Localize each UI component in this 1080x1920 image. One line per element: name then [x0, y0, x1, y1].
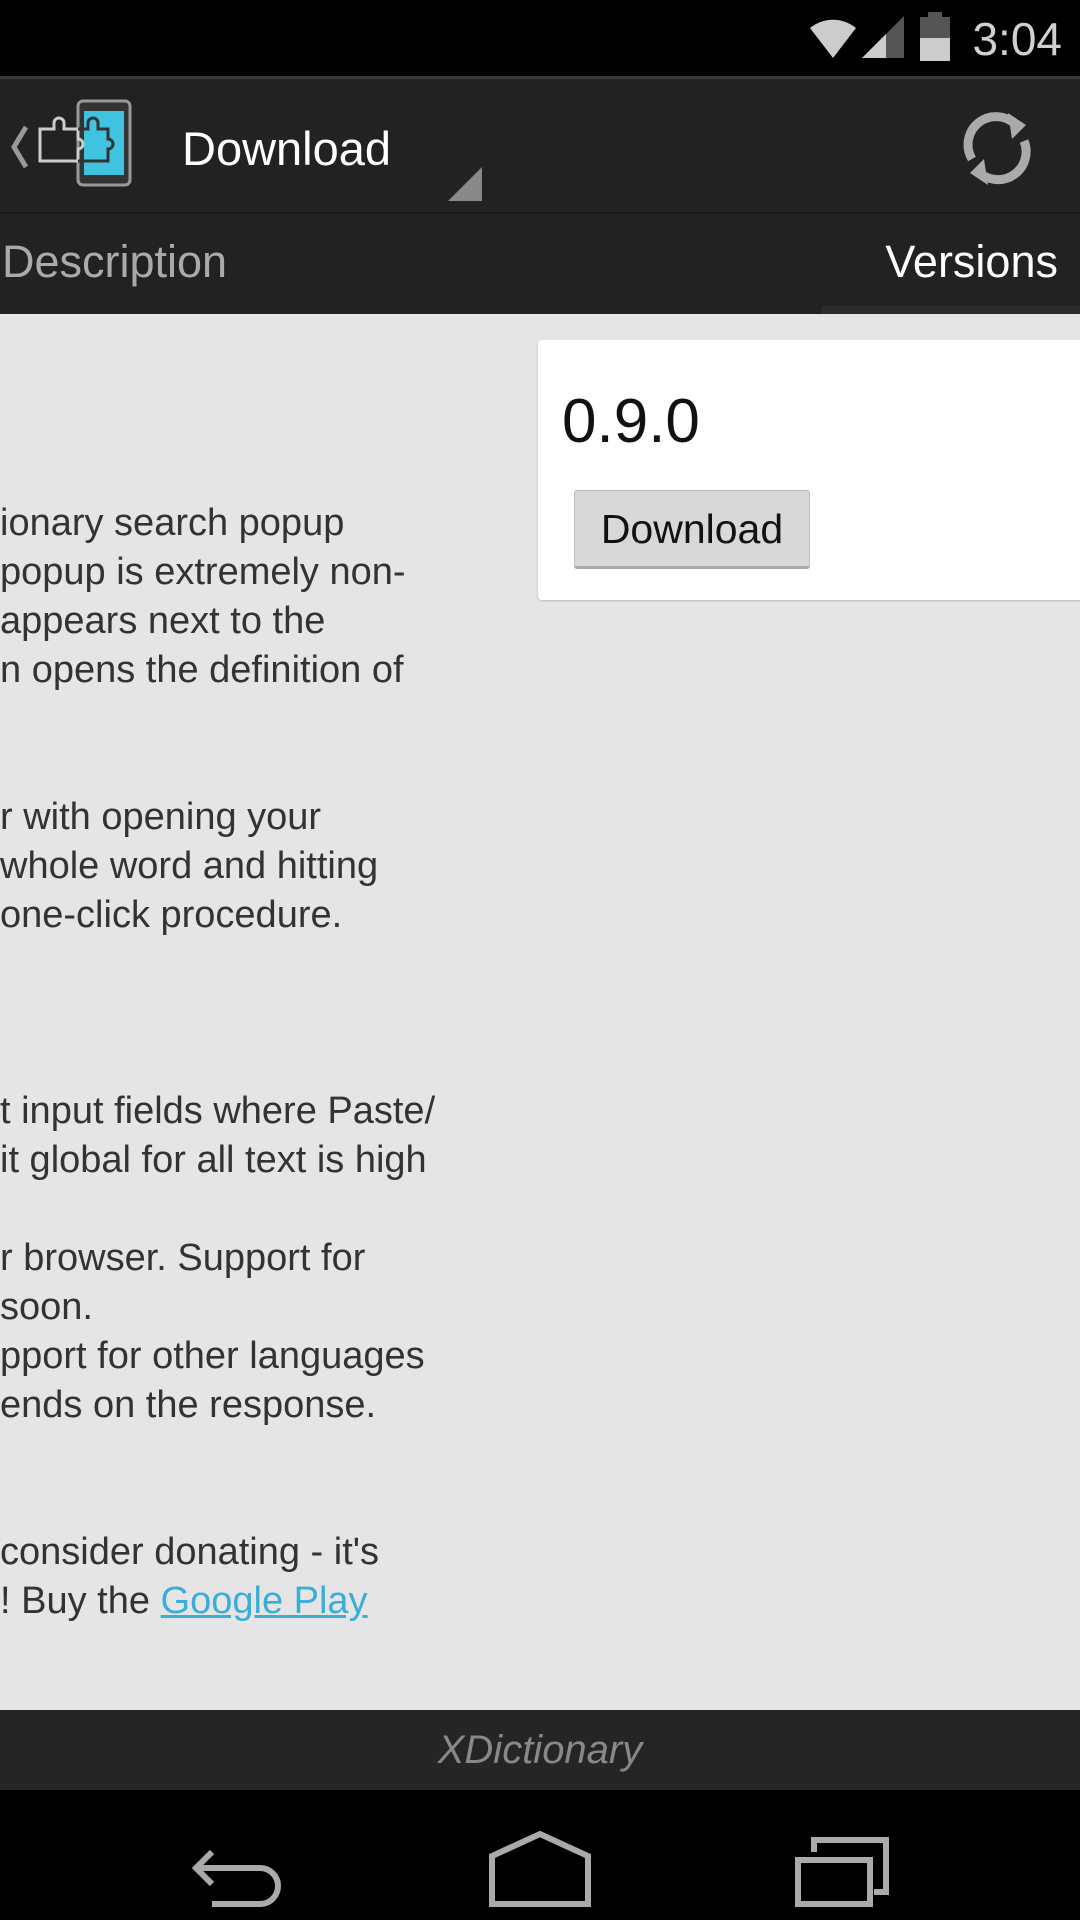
status-time: 3:04 — [972, 13, 1062, 65]
spinner-triangle-icon — [448, 167, 482, 201]
version-card: 0.9.0 Download — [538, 340, 1080, 600]
tab-description[interactable]: Description — [2, 236, 227, 288]
text-fragment: ! Buy the — [0, 1580, 161, 1622]
page-title: Download — [182, 122, 392, 175]
refresh-icon[interactable] — [958, 111, 1038, 187]
download-button[interactable]: Download — [574, 490, 810, 569]
recents-icon[interactable] — [794, 1836, 890, 1908]
footer-app-name: XDictionary — [437, 1728, 643, 1772]
back-icon[interactable] — [190, 1848, 290, 1908]
text-line: appears next to the — [0, 600, 326, 642]
home-icon[interactable] — [488, 1830, 592, 1908]
home-up-button[interactable] — [0, 99, 140, 195]
text-line: soon. — [0, 1286, 93, 1328]
navigation-spinner[interactable]: Download — [170, 99, 490, 201]
xposed-app-icon — [38, 99, 132, 187]
signal-icon — [862, 16, 904, 58]
back-caret-icon — [11, 125, 29, 169]
status-bar: 3:04 — [0, 0, 1080, 76]
text-line: popup is extremely non- — [0, 551, 406, 593]
tab-versions[interactable]: Versions — [885, 236, 1058, 288]
text-line: ! Buy the Google Play — [0, 1577, 368, 1626]
text-line: t input fields where Paste/ — [0, 1090, 436, 1132]
text-line: r browser. Support for — [0, 1237, 366, 1279]
battery-icon — [920, 12, 950, 61]
google-play-link[interactable]: Google Play — [161, 1580, 368, 1622]
navigation-bar — [0, 1790, 1080, 1920]
action-bar: Download — [0, 76, 1080, 212]
version-number: 0.9.0 — [562, 387, 700, 456]
text-line: r with opening your — [0, 796, 322, 838]
text-line: pport for other languages — [0, 1335, 425, 1377]
text-line: ionary search popup — [0, 502, 345, 544]
tab-indicator — [822, 306, 1080, 314]
text-line: whole word and hitting — [0, 845, 379, 887]
text-line: ends on the response. — [0, 1384, 377, 1426]
tab-bar: Description Versions — [0, 212, 1080, 314]
text-line: one-click procedure. — [0, 894, 343, 936]
wifi-icon — [810, 19, 856, 58]
text-line: it global for all text is high — [0, 1139, 427, 1181]
footer-bar: XDictionary — [0, 1710, 1080, 1790]
text-line: n opens the definition of — [0, 649, 404, 691]
text-line: consider donating - it's — [0, 1531, 380, 1573]
